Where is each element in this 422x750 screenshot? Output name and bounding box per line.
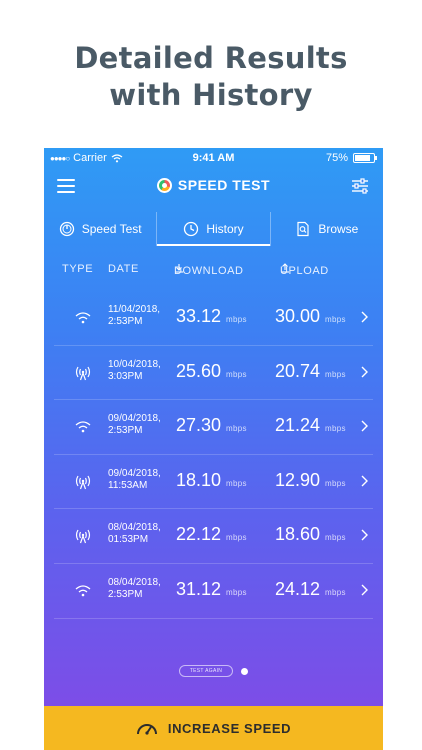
increase-speed-button[interactable]: INCREASE SPEED <box>44 706 383 750</box>
row-date: 08/04/2018, 2:53PM <box>108 576 161 600</box>
chevron-right-icon <box>361 529 368 541</box>
row-date: 08/04/2018, 01:53PM <box>108 522 161 546</box>
status-bar: ●●●●○ Carrier 9:41 AM 75% <box>44 148 383 168</box>
cellular-tower-icon <box>75 530 91 544</box>
chevron-right-icon <box>361 475 368 487</box>
pager: TEST AGAIN <box>44 664 383 678</box>
chevron-right-icon <box>361 366 368 378</box>
row-upload: 21.24 mbps <box>275 415 346 436</box>
column-headers: TYPE DATE DOWNLOAD UPLOAD <box>44 261 383 277</box>
app-brand: SPEED TEST <box>44 177 383 193</box>
tab-speed-test[interactable]: Speed Test <box>44 212 156 246</box>
col-type: TYPE <box>62 263 94 275</box>
row-download: 31.12 mbps <box>176 578 247 599</box>
gauge-icon <box>59 221 74 237</box>
history-list: 11/04/2018, 2:53PM 33.12 mbps 30.00 mbps <box>44 291 383 619</box>
page-dot[interactable] <box>241 667 249 675</box>
col-upload: UPLOAD <box>280 263 328 277</box>
history-row[interactable]: 11/04/2018, 2:53PM 33.12 mbps 30.00 mbps <box>54 291 373 346</box>
increase-speed-label: INCREASE SPEED <box>167 720 292 736</box>
row-upload: 18.60 mbps <box>275 524 346 545</box>
row-date: 09/04/2018, 2:53PM <box>108 413 161 437</box>
phone-screen: ●●●●○ Carrier 9:41 AM 75% SPEED TEST Spe… <box>44 148 383 750</box>
history-row[interactable]: 09/04/2018, 2:53PM 27.30 mbps 21.24 mbps <box>54 400 373 455</box>
row-upload: 12.90 mbps <box>275 469 346 490</box>
row-download: 25.60 mbps <box>176 360 247 381</box>
row-date: 10/04/2018, 3:03PM <box>108 358 161 382</box>
col-upload-label: UPLOAD <box>280 265 329 277</box>
test-again-pill[interactable]: TEST AGAIN <box>178 665 234 677</box>
chevron-right-icon <box>361 420 368 432</box>
speedometer-logo-icon <box>156 177 172 193</box>
history-row[interactable]: 08/04/2018, 2:53PM 31.12 mbps 24.12 mbps <box>54 564 373 619</box>
wifi-icon <box>75 585 91 597</box>
filter-sliders-icon[interactable] <box>351 178 369 194</box>
row-upload: 30.00 mbps <box>275 306 346 326</box>
headline: Detailed Results with History <box>0 40 422 114</box>
row-date: 11/04/2018, 2:53PM <box>108 304 161 327</box>
headline-line-1: Detailed Results <box>74 41 348 75</box>
row-download: 33.12 mbps <box>176 306 247 326</box>
history-row[interactable]: 08/04/2018, 01:53PM 22.12 mbps 18.60 mbp… <box>54 509 373 564</box>
app-title: SPEED TEST <box>177 177 271 193</box>
battery-icon <box>353 153 377 163</box>
chevron-right-icon <box>361 584 368 596</box>
history-row[interactable]: 10/04/2018, 3:03PM 25.60 mbps 20.74 mbps <box>54 346 373 401</box>
headline-line-2: with History <box>109 78 313 112</box>
row-download: 22.12 mbps <box>176 524 247 545</box>
tab-history-label: History <box>206 222 244 236</box>
history-row[interactable]: 09/04/2018, 11:53AM 18.10 mbps 12.90 mbp… <box>54 455 373 510</box>
row-download: 18.10 mbps <box>176 469 247 490</box>
cellular-tower-icon <box>75 475 91 489</box>
tab-history[interactable]: History <box>156 212 270 246</box>
search-doc-icon <box>297 221 309 237</box>
row-download: 27.30 mbps <box>176 415 247 436</box>
col-download-label: DOWNLOAD <box>174 265 244 277</box>
row-date: 09/04/2018, 11:53AM <box>108 467 161 491</box>
clock-icon <box>184 221 199 237</box>
wifi-icon <box>75 421 91 433</box>
col-date: DATE <box>108 263 139 275</box>
chevron-right-icon <box>361 311 368 323</box>
cellular-tower-icon <box>75 366 91 380</box>
tab-browse-label: Browse <box>318 222 359 236</box>
battery-percent: 75% <box>325 152 348 164</box>
row-upload: 20.74 mbps <box>275 360 346 381</box>
wifi-icon <box>75 312 91 324</box>
tab-speed-test-label: Speed Test <box>81 222 142 236</box>
tab-bar: Speed Test History Browse <box>44 212 383 246</box>
col-download: DOWNLOAD <box>174 263 243 277</box>
app-bar: SPEED TEST <box>44 174 383 200</box>
speedometer-icon <box>136 724 157 735</box>
row-upload: 24.12 mbps <box>275 578 346 599</box>
tab-browse[interactable]: Browse <box>269 212 383 246</box>
